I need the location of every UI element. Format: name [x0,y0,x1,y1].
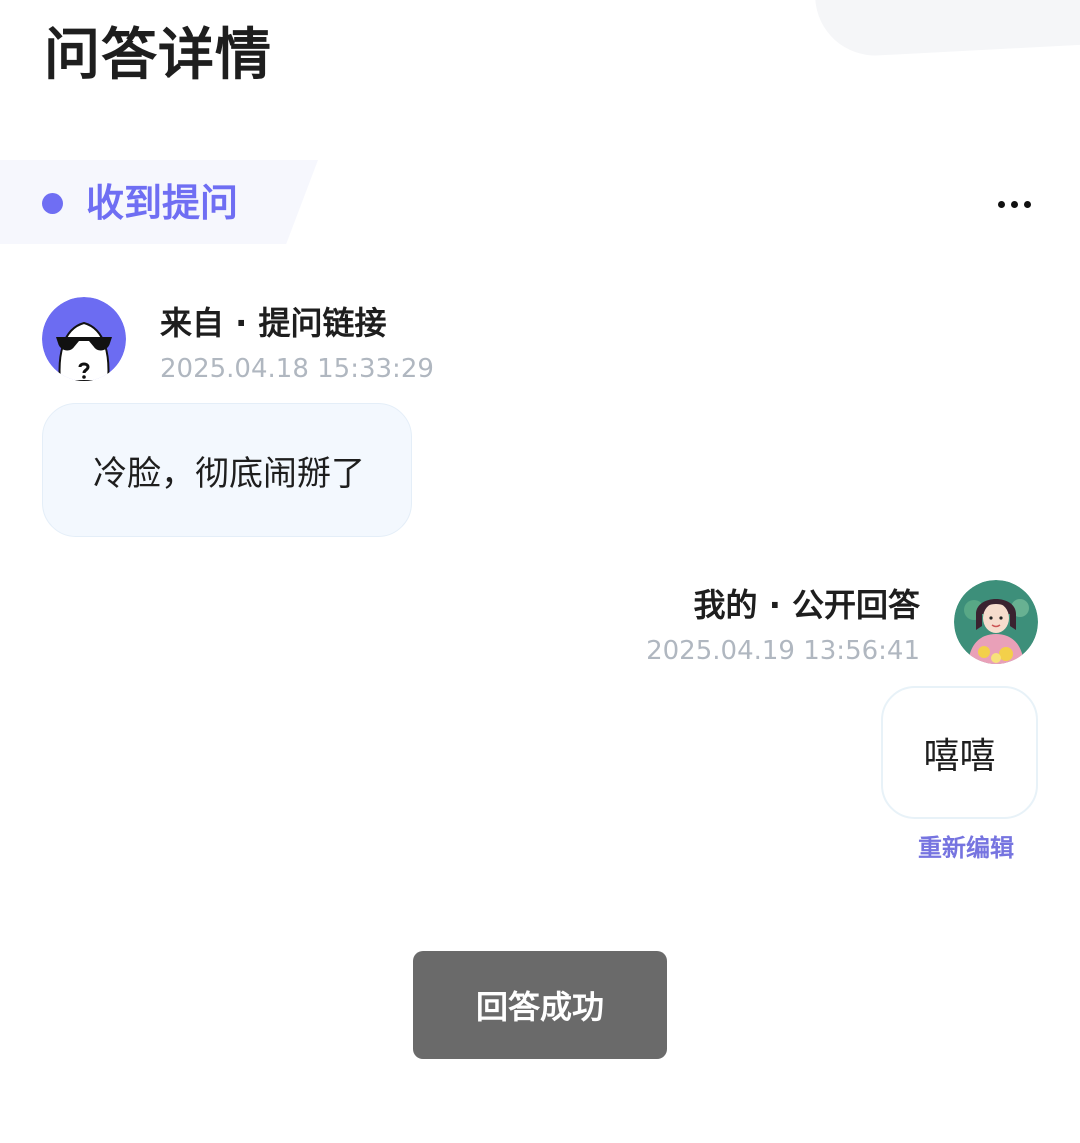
toast-message: 回答成功 [475,988,604,1026]
section-label: 收到提问 [86,181,239,225]
answer-source-label: 我的 · 公开回答 [693,586,920,624]
re-edit-button[interactable]: 重新编辑 [918,832,1014,864]
page-title: 问答详情 [44,23,272,88]
question-source-label: 来自 · 提问链接 [160,304,387,342]
question-timestamp: 2025.04.18 15:33:29 [160,354,434,384]
answerer-avatar[interactable] [954,580,1038,664]
question-bubble: 冷脸，彻底闹掰了 [42,403,412,537]
answer-text: 嘻嘻 [923,735,996,777]
header-decoration [812,0,1080,59]
success-toast: 回答成功 [413,951,667,1059]
qa-detail-page: 问答详情 收到提问 来自 · 提问链接 2025.04.18 15:33:29 … [0,0,1080,1143]
user-photo-icon [954,580,1038,664]
section-dot-icon [42,193,63,214]
anonymous-sunglasses-icon [42,297,126,381]
question-text: 冷脸，彻底闹掰了 [93,453,365,494]
more-options-button[interactable] [990,188,1038,220]
answer-timestamp: 2025.04.19 13:56:41 [646,636,920,666]
asker-avatar[interactable] [42,297,126,381]
more-horizontal-icon [997,200,1005,208]
answer-bubble: 嘻嘻 [881,686,1038,819]
